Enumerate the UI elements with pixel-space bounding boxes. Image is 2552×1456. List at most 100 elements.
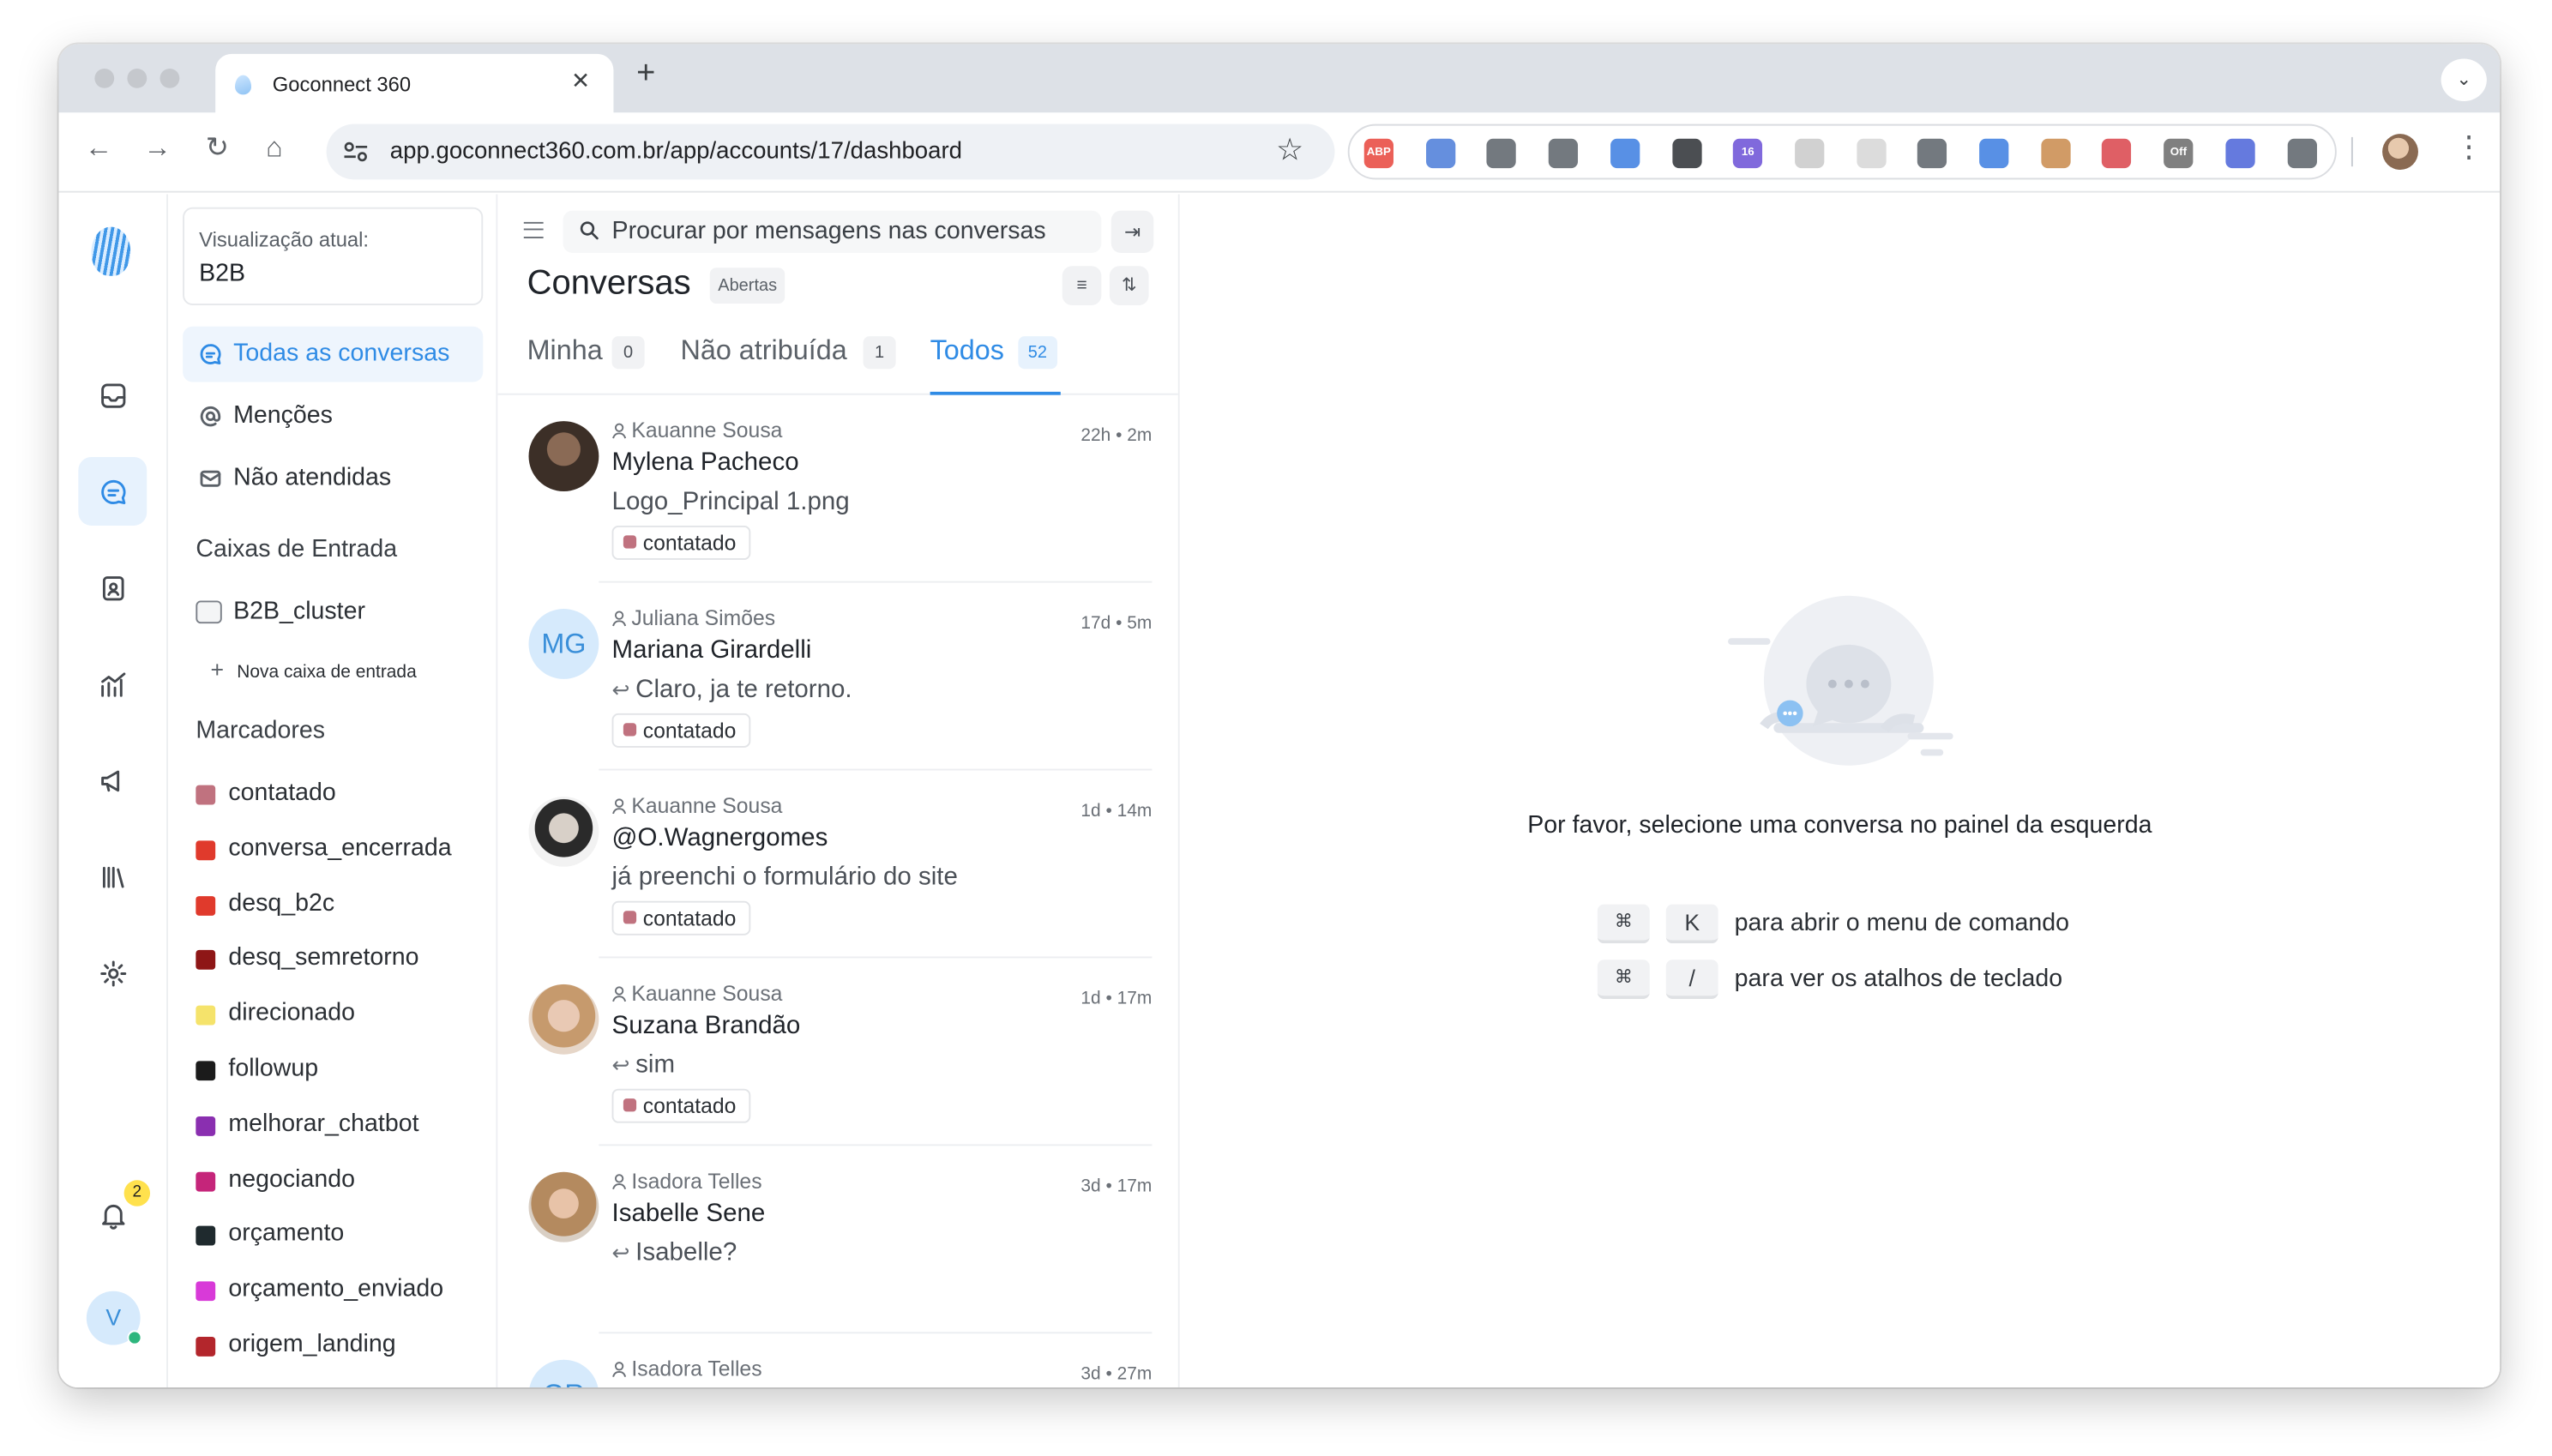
hexagon-icon[interactable] [2102, 138, 2132, 169]
assigned-agent-name: Isadora Telles [631, 1356, 762, 1381]
inbox-nav-button[interactable] [78, 361, 147, 430]
conversation-row[interactable]: Kauanne Sousa Suzana Brandão ↩ sim 1d • 17m… [497, 958, 1177, 1146]
sidebar-item-todas-as-conversas[interactable]: Todas as conversas [183, 326, 484, 382]
reply-arrow-icon: ↩ [611, 1052, 636, 1078]
label-color-swatch [196, 1116, 216, 1136]
link-icon[interactable] [1671, 138, 1701, 169]
label-name: orçamento_enviado [228, 1275, 444, 1303]
window-close-dot[interactable] [94, 68, 115, 88]
sidebar-item-nao-atendidas[interactable]: Não atendidas [183, 450, 483, 506]
tab-search-icon[interactable]: ⌄ [2441, 58, 2487, 102]
secondary-sidebar: Visualização atual: B2B Todas as convers… [167, 194, 498, 1388]
hamburger-menu-icon[interactable] [523, 221, 544, 238]
window-icon[interactable] [1425, 138, 1455, 169]
reports-nav-button[interactable] [78, 650, 147, 719]
person-icon [612, 423, 627, 439]
k-key: K [1665, 904, 1718, 944]
library-books-icon [102, 865, 123, 887]
chat-bubble-icon [199, 343, 222, 366]
label-name: conversa_encerrada [228, 833, 452, 862]
owl-icon[interactable] [1794, 138, 1825, 169]
label-name: desq_b2c [228, 888, 335, 918]
message-text: Isabelle? [635, 1238, 737, 1267]
cmd-key-icon: ⌘ [1597, 960, 1650, 999]
tab-goconnect[interactable]: Goconnect 360 ✕ [215, 53, 614, 115]
tag-icon[interactable] [1979, 138, 2009, 169]
grid-icon[interactable] [1856, 138, 1886, 169]
window-minimize-dot[interactable] [127, 68, 147, 88]
reload-icon[interactable]: ↻ [206, 132, 229, 165]
label-name: negociando [228, 1164, 356, 1193]
new-inbox-button[interactable]: + Nova caixa de entrada [210, 656, 416, 682]
tool-icon[interactable] [1548, 138, 1579, 169]
contact-avatar [528, 796, 599, 867]
current-view-selector[interactable]: Visualização atual: B2B [183, 207, 484, 305]
megaphone-icon [100, 769, 119, 791]
forward-icon[interactable]: → [143, 132, 171, 165]
campaigns-nav-button[interactable] [78, 746, 147, 815]
message-text: Logo_Principal 1.png [611, 488, 850, 516]
puzzle-icon[interactable] [2286, 138, 2317, 169]
chart-trend-icon [100, 671, 125, 696]
new-tab-icon[interactable]: + [636, 57, 655, 90]
label-color-swatch [196, 895, 216, 916]
assigned-agent-name: Kauanne Sousa [631, 981, 783, 1006]
bookmark-star-icon[interactable]: ☆ [1276, 132, 1303, 170]
puzzle-blue-icon[interactable] [2225, 138, 2255, 169]
vue-icon[interactable] [1487, 138, 1517, 169]
status-filter-badge[interactable]: Abertas [709, 268, 785, 304]
label-color-swatch [196, 1226, 216, 1247]
goconnect-logo-icon[interactable] [91, 226, 131, 276]
address-bar[interactable]: app.goconnect360.com.br/app/accounts/17/… [326, 123, 1335, 180]
extensions-bar: ABP 16 Off [1347, 123, 2337, 180]
label-color-swatch [196, 1005, 216, 1026]
conversation-row[interactable]: MG Juliana Simões Mariana Girardelli ↩ Clar… [497, 583, 1177, 771]
label-name: contatado [228, 779, 336, 807]
back-icon[interactable]: ← [85, 132, 112, 165]
profile-avatar[interactable] [2382, 134, 2418, 170]
filter-icon[interactable]: ≡ [1062, 266, 1102, 305]
linkedin-icon[interactable] [1917, 138, 1947, 169]
sort-icon[interactable]: ⇅ [1109, 266, 1149, 305]
tab-title: Goconnect 360 [272, 73, 412, 97]
conversation-row[interactable]: GRIsadora TellesGabi Rosa3d • 27m5 [497, 1333, 1177, 1388]
settings-nav-button[interactable] [78, 939, 147, 1008]
browser-menu-icon[interactable]: ⋮ [2454, 130, 2483, 165]
cookie-icon[interactable] [2040, 138, 2071, 169]
home-badge-icon[interactable]: 16 [1733, 138, 1763, 169]
reply-arrow-icon: ↩ [611, 677, 636, 702]
goconnect-favicon-icon [235, 75, 252, 95]
conversation-list-panel: Procurar por mensagens nas conversas ⇥ C… [497, 194, 1180, 1388]
contact-avatar: GR [528, 1359, 599, 1388]
last-message-preview: ↩ Claro, ja te retorno. [612, 676, 852, 705]
library-nav-button[interactable] [78, 842, 147, 911]
conversation-row[interactable]: Kauanne Sousa Mylena Pacheco Logo_Principa… [497, 395, 1177, 583]
toolbar-divider [2350, 136, 2353, 167]
home-icon[interactable]: ⌂ [266, 132, 283, 165]
conversation-tabs: Minha 0 Não atribuída 1 Todos 52 [497, 328, 1178, 395]
conversation-search-input[interactable]: Procurar por mensagens nas conversas [563, 210, 1102, 254]
collapse-panel-icon[interactable]: ⇥ [1110, 210, 1154, 254]
inbox-tray-icon [100, 382, 125, 407]
search-icon [580, 221, 599, 240]
last-message-preview: Logo_Principal 1.png [612, 488, 850, 517]
window-zoom-dot[interactable] [160, 68, 180, 88]
sidebar-item-mencoes[interactable]: Menções [183, 388, 483, 444]
empty-state-message: Por favor, selecione uma conversa no pai… [1527, 811, 2152, 839]
conversation-row[interactable]: Kauanne Sousa @O.Wagnergomes já preenchi o… [497, 770, 1177, 959]
asterisk-icon[interactable] [1610, 138, 1640, 169]
off-toggle-icon[interactable]: Off [2164, 138, 2194, 169]
conversations-nav-button[interactable] [78, 457, 147, 526]
sidebar-item-label: Todas as conversas [233, 339, 450, 368]
app-root: 2 V Visualização atual: B2B Todas as con… [58, 194, 2501, 1388]
conversation-row[interactable]: Isadora Telles Isabelle Sene ↩ Isabelle? 3d… [497, 1146, 1177, 1334]
contacts-nav-button[interactable] [78, 553, 147, 622]
close-tab-icon[interactable]: ✕ [571, 67, 590, 94]
assigned-agent-name: Isadora Telles [631, 1168, 762, 1194]
adblock-icon[interactable]: ABP [1363, 138, 1393, 169]
assigned-agent: Kauanne Sousa [612, 981, 783, 1006]
site-settings-icon[interactable] [343, 141, 369, 164]
label-name: desq_semretorno [228, 944, 419, 972]
last-message-preview: ↩ sim [612, 1051, 675, 1080]
slash-key: / [1665, 960, 1718, 999]
